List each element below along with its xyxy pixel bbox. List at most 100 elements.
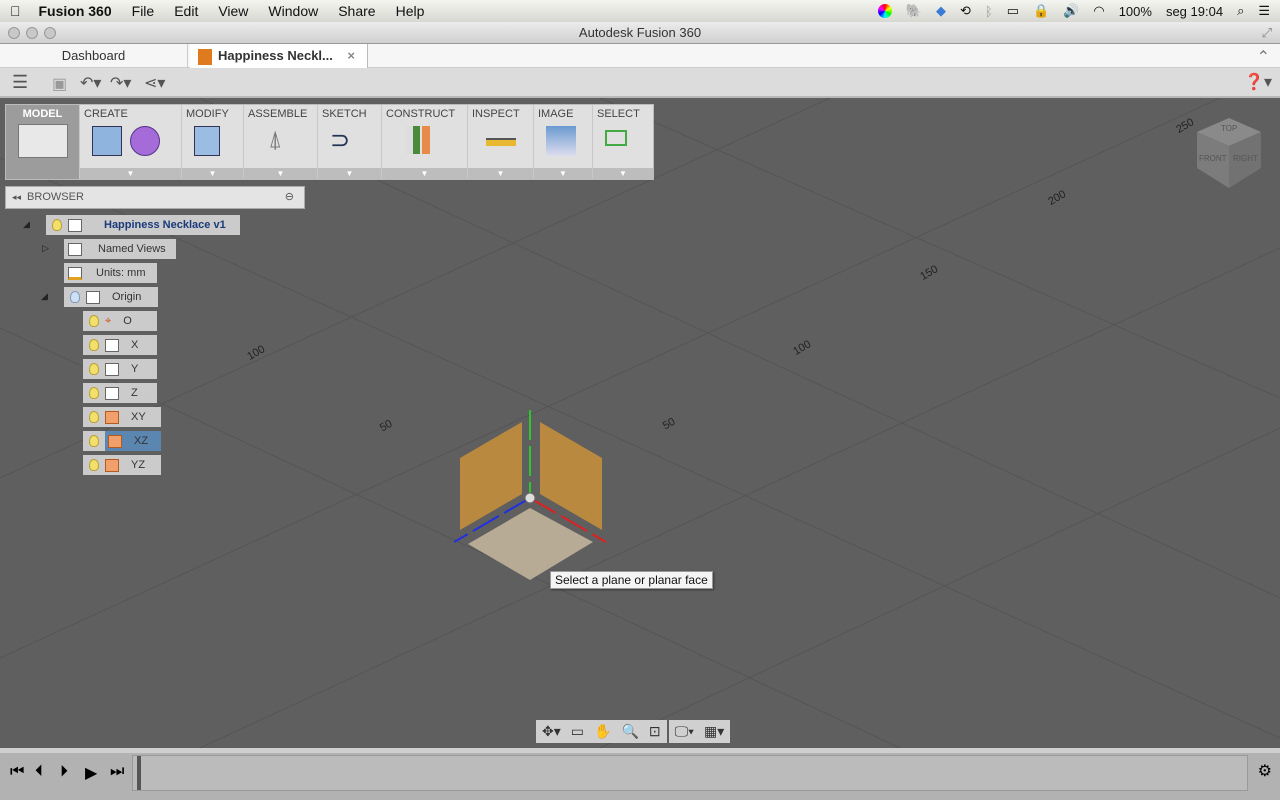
visibility-bulb-icon[interactable] — [89, 435, 99, 447]
battery-percent[interactable]: 100% — [1119, 4, 1152, 19]
go-to-start-icon[interactable]: ⏮ — [10, 763, 24, 781]
chevron-down-icon[interactable]: ▼ — [382, 168, 467, 179]
chevron-down-icon[interactable]: ▼ — [182, 168, 243, 179]
collapse-browser-icon[interactable]: ◂◂ — [12, 192, 21, 202]
menu-file[interactable]: File — [132, 3, 155, 19]
dropbox-icon[interactable]: ◆ — [936, 3, 946, 19]
menu-help[interactable]: Help — [396, 3, 425, 19]
ribbon-sketch[interactable]: SKETCH ⊃ ▼ — [318, 105, 382, 179]
sculpt-sphere-icon[interactable] — [130, 126, 160, 156]
evernote-icon[interactable]: 🐘 — [906, 3, 922, 19]
look-at-icon[interactable]: ▭ — [571, 723, 584, 740]
tree-root[interactable]: Happiness Necklace v1 — [46, 215, 240, 235]
joint-icon[interactable]: ⍋ — [256, 126, 282, 154]
origin-point[interactable] — [524, 492, 536, 504]
ribbon-construct[interactable]: CONSTRUCT ▼ — [382, 105, 468, 179]
workspace-switcher[interactable]: MODEL — [6, 105, 80, 179]
collapse-triangle-icon[interactable]: ◢ — [41, 291, 48, 302]
xz-plane[interactable] — [468, 508, 593, 580]
chevron-down-icon[interactable]: ▼ — [80, 168, 181, 179]
box-icon[interactable] — [92, 126, 122, 156]
origin-item-y[interactable]: Y — [83, 359, 157, 379]
plane-icon[interactable] — [422, 126, 430, 154]
menu-app[interactable]: Fusion 360 — [39, 3, 112, 19]
offset-plane-icon[interactable] — [406, 126, 420, 154]
menu-share[interactable]: Share — [338, 3, 375, 19]
visibility-bulb-icon[interactable] — [89, 459, 99, 471]
notification-icon[interactable]: ☰ — [1258, 3, 1270, 19]
fit-icon[interactable]: ⊡ — [649, 723, 661, 740]
chevron-down-icon[interactable]: ▼ — [468, 168, 533, 179]
tree-named-views[interactable]: Named Views — [64, 239, 176, 259]
close-tab-icon[interactable]: × — [347, 44, 355, 68]
chevron-down-icon[interactable]: ▼ — [593, 168, 653, 179]
data-panel-menu-icon[interactable]: ☰ — [12, 72, 28, 93]
zoom-icon[interactable]: 🔍 — [621, 723, 638, 740]
render-image-icon[interactable] — [546, 126, 576, 156]
apple-icon[interactable]:  — [10, 3, 21, 19]
view-cube[interactable]: TOP FRONT RIGHT — [1197, 118, 1261, 188]
tree-units[interactable]: Units: mm — [64, 263, 157, 283]
origin-item-x[interactable]: X — [83, 335, 157, 355]
visibility-bulb-icon[interactable] — [89, 363, 99, 375]
help-icon[interactable]: ❓▾ — [1244, 72, 1272, 92]
browser-header[interactable]: ◂◂ BROWSER ⊖ — [5, 186, 305, 209]
chevron-down-icon[interactable]: ▼ — [534, 168, 592, 179]
yz-plane[interactable] — [540, 422, 602, 530]
origin-item-o[interactable]: ⌖ O — [83, 311, 157, 331]
share-icon[interactable]: ⋖▾ — [144, 73, 165, 93]
zoom-window-button[interactable] — [44, 27, 56, 39]
visibility-bulb-icon[interactable] — [89, 315, 99, 327]
sketch-curve-icon[interactable]: ⊃ — [330, 126, 350, 155]
expand-triangle-icon[interactable]: ▷ — [42, 243, 49, 254]
orbit-icon[interactable]: ✥▾ — [542, 723, 561, 740]
display-settings-icon[interactable]: 🖵▾ — [675, 723, 694, 740]
clock[interactable]: seg 19:04 — [1166, 4, 1223, 19]
measure-ruler-icon[interactable] — [486, 138, 516, 146]
ribbon-create[interactable]: CREATE ▼ — [80, 105, 182, 179]
viewcube-top[interactable]: TOP — [1221, 124, 1237, 133]
visibility-bulb-icon[interactable] — [89, 339, 99, 351]
pan-hand-icon[interactable]: ✋ — [594, 723, 611, 740]
origin-item-xy[interactable]: XY — [83, 407, 161, 427]
xy-plane[interactable] — [460, 422, 522, 530]
visibility-bulb-icon[interactable] — [89, 387, 99, 399]
timeline-track[interactable] — [132, 755, 1248, 791]
tab-dashboard[interactable]: Dashboard — [0, 44, 188, 68]
tree-origin[interactable]: Origin — [64, 287, 158, 307]
minimize-window-button[interactable] — [26, 27, 38, 39]
color-icon[interactable] — [877, 4, 892, 18]
viewcube-front[interactable]: FRONT — [1199, 154, 1227, 163]
viewcube-right[interactable]: RIGHT — [1233, 154, 1258, 163]
step-forward-icon[interactable]: ▶ — [85, 763, 97, 783]
menu-view[interactable]: View — [218, 3, 248, 19]
battery-status-icon[interactable]: ▭ — [1007, 3, 1019, 19]
ribbon-select[interactable]: SELECT ▼ — [593, 105, 653, 179]
bluetooth-icon[interactable]: ᛒ — [985, 4, 993, 19]
origin-item-z[interactable]: Z — [83, 383, 157, 403]
chevron-down-icon[interactable]: ▼ — [244, 168, 317, 179]
volume-icon[interactable]: 🔊 — [1063, 3, 1079, 19]
wifi-icon[interactable]: ◠ — [1093, 3, 1104, 19]
time-machine-icon[interactable]: ⟲ — [960, 3, 971, 19]
menu-edit[interactable]: Edit — [174, 3, 198, 19]
redo-icon[interactable]: ↷▾ — [110, 73, 131, 93]
grid-settings-icon[interactable]: ▦▾ — [704, 723, 724, 740]
undo-icon[interactable]: ↶▾ — [80, 73, 101, 93]
ribbon-assemble[interactable]: ASSEMBLE ⍋ ▼ — [244, 105, 318, 179]
origin-item-yz[interactable]: YZ — [83, 455, 161, 475]
ribbon-image[interactable]: IMAGE ▼ — [534, 105, 593, 179]
ribbon-modify[interactable]: MODIFY ▼ — [182, 105, 244, 179]
tab-happiness-necklace[interactable]: Happiness Neckl... × — [190, 44, 368, 68]
visibility-bulb-icon[interactable] — [70, 291, 80, 303]
ribbon-inspect[interactable]: INSPECT ▼ — [468, 105, 534, 179]
select-window-icon[interactable] — [605, 130, 627, 146]
press-pull-icon[interactable] — [194, 126, 220, 156]
close-window-button[interactable] — [8, 27, 20, 39]
menu-window[interactable]: Window — [268, 3, 318, 19]
visibility-bulb-icon[interactable] — [52, 219, 62, 231]
timeline-marker[interactable] — [137, 756, 141, 790]
spotlight-icon[interactable]: ⌕ — [1237, 3, 1244, 19]
visibility-bulb-icon[interactable] — [89, 411, 99, 423]
play-icon[interactable]: ⏵ — [60, 763, 68, 781]
